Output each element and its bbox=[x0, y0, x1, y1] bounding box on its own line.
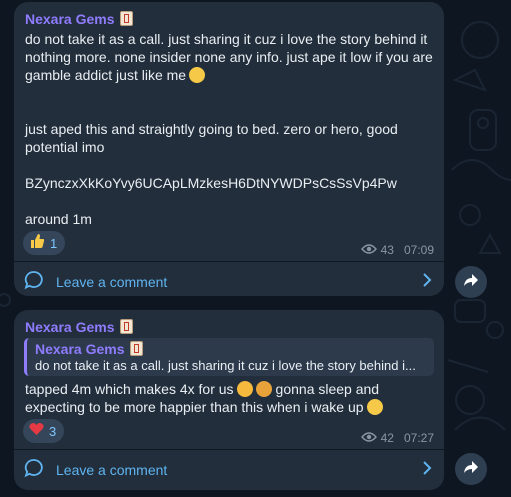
forward-button[interactable] bbox=[455, 266, 487, 298]
sender-name[interactable]: Nexara Gems bbox=[25, 319, 133, 335]
leave-comment-button[interactable]: Leave a comment bbox=[14, 262, 444, 302]
views-count: 42 bbox=[380, 431, 394, 445]
pray-emoji bbox=[255, 381, 272, 397]
rofl-emoji bbox=[366, 399, 383, 415]
reaction-thumbs-up[interactable]: 1 bbox=[23, 231, 66, 255]
message-text: just aped this and straightly going to b… bbox=[25, 121, 402, 155]
leave-comment-label: Leave a comment bbox=[56, 274, 168, 290]
message-time: 07:27 bbox=[403, 431, 434, 445]
forward-icon bbox=[463, 273, 479, 292]
reaction-count: 1 bbox=[50, 235, 58, 251]
views-icon bbox=[360, 243, 377, 257]
sender-name[interactable]: Nexara Gems bbox=[25, 11, 133, 27]
message-time: 07:09 bbox=[403, 243, 434, 257]
comment-icon bbox=[24, 458, 44, 483]
message-meta: 43 07:09 bbox=[360, 243, 434, 257]
message-text: around 1m bbox=[25, 211, 92, 227]
pinch-emoji bbox=[236, 381, 253, 397]
mahjong-tile-emoji bbox=[119, 11, 133, 26]
chevron-right-icon bbox=[422, 460, 432, 480]
leave-comment-label: Leave a comment bbox=[56, 462, 168, 478]
forward-icon bbox=[463, 460, 479, 479]
forward-button[interactable] bbox=[455, 453, 487, 485]
mahjong-tile-emoji bbox=[119, 319, 133, 334]
message-meta: 42 07:27 bbox=[360, 431, 434, 445]
reply-text: do not take it as a call. just sharing i… bbox=[35, 358, 416, 373]
message-bubble-1[interactable]: Nexara Gems do not take it as a call. ju… bbox=[14, 2, 444, 296]
views-icon bbox=[360, 431, 377, 445]
reply-quote[interactable]: Nexara Gems do not take it as a call. ju… bbox=[24, 338, 434, 376]
message-bubble-2[interactable]: Nexara Gems Nexara Gems do not take it a… bbox=[14, 310, 444, 490]
reaction-heart[interactable]: 3 bbox=[23, 419, 65, 443]
chevron-right-icon bbox=[422, 272, 432, 292]
mahjong-tile-emoji bbox=[129, 341, 143, 356]
leave-comment-button[interactable]: Leave a comment bbox=[14, 450, 444, 490]
reply-sender: Nexara Gems bbox=[35, 341, 426, 357]
grin-emoji bbox=[189, 67, 206, 83]
contract-address[interactable]: BZynczxXkKoYvy6UCApLMzkesH6DtNYWDPsCsSsV… bbox=[25, 174, 434, 192]
comment-icon bbox=[24, 270, 44, 295]
message-text: tapped 4m which makes 4x for us gonna sle… bbox=[25, 381, 383, 415]
message-text: do not take it as a call. just sharing i… bbox=[25, 31, 437, 83]
thumbs-up-icon bbox=[29, 233, 45, 253]
heart-icon bbox=[29, 422, 44, 440]
reaction-count: 3 bbox=[49, 423, 57, 439]
views-count: 43 bbox=[380, 243, 394, 257]
